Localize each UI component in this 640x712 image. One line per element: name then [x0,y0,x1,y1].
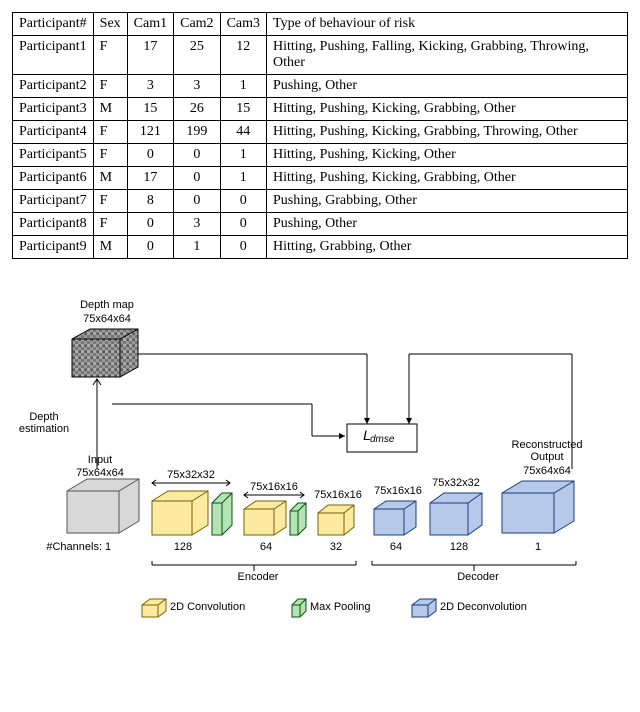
cell-sex: M [93,236,127,259]
cell-participant: Participant8 [13,213,94,236]
col-cam3: Cam3 [220,13,266,36]
table-row: Participant6M1701Hitting, Pushing, Kicki… [13,167,628,190]
input-label: Input [70,454,130,466]
depth-map-dim: 75x64x64 [67,313,147,325]
cell-sex: M [93,167,127,190]
cell-cam1: 15 [127,98,173,121]
cell-cam2: 1 [174,236,220,259]
table-row: Participant4F12119944Hitting, Pushing, K… [13,121,628,144]
ch-128b: 128 [444,541,474,553]
cell-type: Pushing, Other [267,213,628,236]
table-header-row: Participant# Sex Cam1 Cam2 Cam3 Type of … [13,13,628,36]
cell-cam1: 121 [127,121,173,144]
cell-cam2: 0 [174,190,220,213]
col-cam2: Cam2 [174,13,220,36]
legend-conv: 2D Convolution [170,601,270,613]
input-dim: 75x64x64 [64,467,136,479]
col-cam1: Cam1 [127,13,173,36]
cell-participant: Participant5 [13,144,94,167]
cell-type: Hitting, Pushing, Kicking, Grabbing, Thr… [267,121,628,144]
cell-sex: F [93,75,127,98]
table-row: Participant2F331Pushing, Other [13,75,628,98]
dim-32: 75x32x32 [152,469,230,481]
cell-cam1: 17 [127,167,173,190]
cell-cam3: 1 [220,75,266,98]
cell-cam2: 26 [174,98,220,121]
depth-estimation-label: Depth estimation [14,411,74,435]
cell-cam3: 1 [220,144,266,167]
cell-participant: Participant6 [13,167,94,190]
recon-dim: 75x64x64 [507,465,587,477]
col-type: Type of behaviour of risk [267,13,628,36]
cell-cam3: 0 [220,213,266,236]
cell-cam1: 3 [127,75,173,98]
cell-type: Pushing, Grabbing, Other [267,190,628,213]
ch-32: 32 [326,541,346,553]
ch-1: 1 [102,541,114,553]
cell-cam2: 0 [174,167,220,190]
cell-cam1: 8 [127,190,173,213]
cell-participant: Participant7 [13,190,94,213]
cell-cam1: 0 [127,236,173,259]
cell-cam3: 44 [220,121,266,144]
depth-map-label: Depth map [67,299,147,311]
cell-cam3: 15 [220,98,266,121]
cell-cam3: 0 [220,190,266,213]
cell-sex: M [93,98,127,121]
cell-cam2: 3 [174,75,220,98]
cell-cam3: 0 [220,236,266,259]
col-sex: Sex [93,13,127,36]
dim-16c: 75x16x16 [370,485,426,497]
cell-cam1: 0 [127,213,173,236]
legend-deconv: 2D Deconvolution [440,601,560,613]
ch-64b: 64 [386,541,406,553]
cell-cam2: 3 [174,213,220,236]
cell-sex: F [93,121,127,144]
cell-participant: Participant4 [13,121,94,144]
ch-1b: 1 [532,541,544,553]
cell-cam2: 199 [174,121,220,144]
cell-participant: Participant9 [13,236,94,259]
legend-pool: Max Pooling [310,601,390,613]
recon-label: Reconstructed Output [502,439,592,463]
dim-16b: 75x16x16 [310,489,366,501]
cell-cam3: 12 [220,36,266,75]
cell-cam2: 25 [174,36,220,75]
cell-sex: F [93,36,127,75]
table-row: Participant3M152615Hitting, Pushing, Kic… [13,98,628,121]
channels-label: #Channels: [40,541,102,553]
cell-type: Hitting, Grabbing, Other [267,236,628,259]
participant-table: Participant# Sex Cam1 Cam2 Cam3 Type of … [12,12,628,259]
cell-participant: Participant3 [13,98,94,121]
table-row: Participant8F030Pushing, Other [13,213,628,236]
encoder-label: Encoder [228,571,288,583]
table-row: Participant5F001Hitting, Pushing, Kickin… [13,144,628,167]
cell-cam1: 17 [127,36,173,75]
cell-type: Hitting, Pushing, Kicking, Grabbing, Oth… [267,98,628,121]
cell-participant: Participant2 [13,75,94,98]
dim-32b: 75x32x32 [426,477,486,489]
table-row: Participant1F172512Hitting, Pushing, Fal… [13,36,628,75]
cell-sex: F [93,213,127,236]
cell-sex: F [93,190,127,213]
dim-16: 75x16x16 [242,481,306,493]
cell-type: Hitting, Pushing, Kicking, Other [267,144,628,167]
architecture-diagram: Depth map 75x64x64 Depth estimation Inpu… [12,299,628,629]
table-row: Participant9M010Hitting, Grabbing, Other [13,236,628,259]
loss-sub: dmse [370,434,410,445]
cell-cam2: 0 [174,144,220,167]
cell-type: Hitting, Pushing, Falling, Kicking, Grab… [267,36,628,75]
cell-type: Pushing, Other [267,75,628,98]
col-participant: Participant# [13,13,94,36]
cell-type: Hitting, Pushing, Kicking, Grabbing, Oth… [267,167,628,190]
ch-128: 128 [168,541,198,553]
cell-cam3: 1 [220,167,266,190]
table-row: Participant7F800Pushing, Grabbing, Other [13,190,628,213]
cell-sex: F [93,144,127,167]
cell-participant: Participant1 [13,36,94,75]
decoder-label: Decoder [448,571,508,583]
cell-cam1: 0 [127,144,173,167]
ch-64: 64 [256,541,276,553]
